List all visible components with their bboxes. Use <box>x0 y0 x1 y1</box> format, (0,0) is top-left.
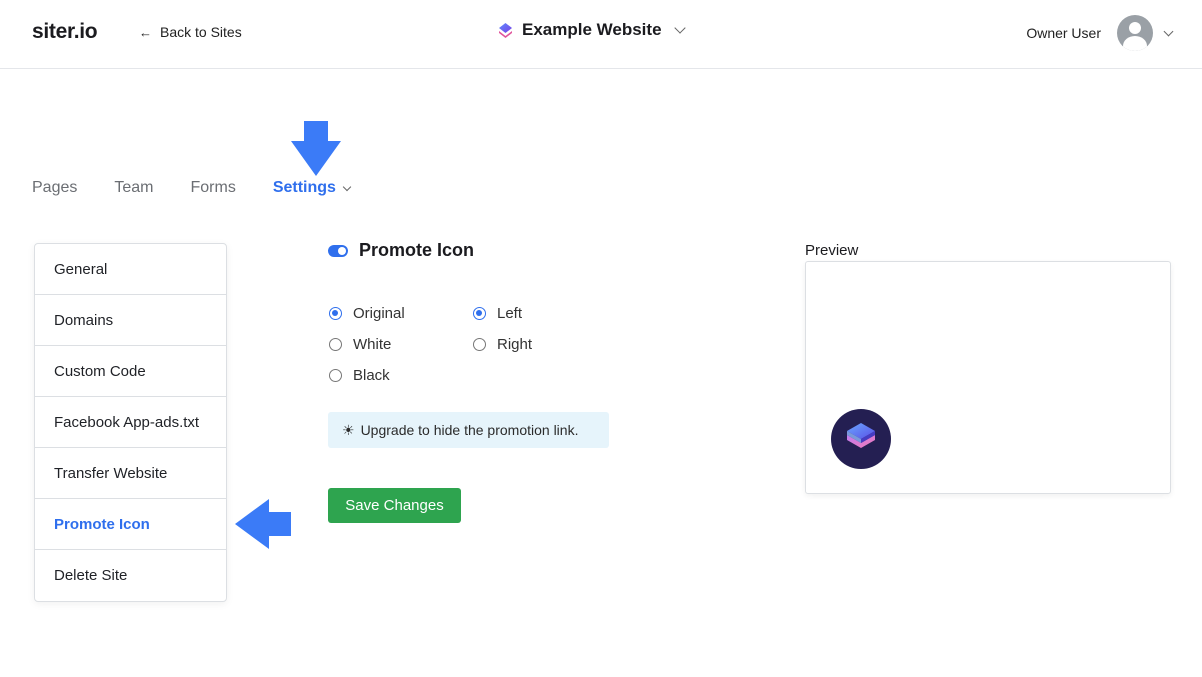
color-option-label: Black <box>353 367 390 384</box>
tab-pages[interactable]: Pages <box>32 179 77 197</box>
color-option-label: Original <box>353 305 405 322</box>
promote-icon-toggle-row: Promote Icon <box>328 240 474 261</box>
settings-menu-item-facebook-app-ads[interactable]: Facebook App-ads.txt <box>35 397 226 448</box>
site-switcher[interactable]: Example Website <box>497 20 686 40</box>
position-option-label: Left <box>497 305 523 322</box>
icon-color-options: Original White Black <box>329 298 405 391</box>
user-name: Owner User <box>1026 25 1101 41</box>
site-name: Example Website <box>522 20 662 39</box>
color-option-white[interactable]: White <box>329 329 405 360</box>
app-logo[interactable]: siter.io <box>32 20 98 44</box>
radio-left[interactable] <box>473 307 486 320</box>
back-to-sites-link[interactable]: ← Back to Sites <box>139 24 242 40</box>
settings-menu-item-general[interactable]: General <box>35 244 226 295</box>
settings-menu-item-transfer-website[interactable]: Transfer Website <box>35 448 226 499</box>
upgrade-notice: ☀ Upgrade to hide the promotion link. <box>328 412 609 448</box>
color-option-original[interactable]: Original <box>329 298 405 329</box>
icon-position-options: Left Right <box>473 298 532 360</box>
tab-settings-label: Settings <box>272 179 336 196</box>
toggle-knob <box>338 246 346 255</box>
top-bar: siter.io ← Back to Sites Example Website… <box>0 0 1202 69</box>
radio-original[interactable] <box>329 307 342 320</box>
radio-right[interactable] <box>473 338 486 351</box>
annotation-arrow-left-icon <box>235 499 291 549</box>
promote-icon-heading: Promote Icon <box>359 240 475 260</box>
tab-forms[interactable]: Forms <box>191 179 236 197</box>
layers-icon <box>847 423 875 448</box>
site-logo-icon <box>499 22 512 38</box>
promote-icon-toggle[interactable] <box>328 244 348 257</box>
position-option-right[interactable]: Right <box>473 329 532 360</box>
chevron-down-icon <box>342 182 352 191</box>
chevron-down-icon <box>1163 26 1174 36</box>
avatar-body <box>1123 36 1147 51</box>
settings-menu-item-delete-site[interactable]: Delete Site <box>35 550 226 601</box>
sun-icon: ☀ <box>342 421 355 438</box>
tab-settings[interactable]: Settings <box>272 179 352 197</box>
save-changes-button[interactable]: Save Changes <box>328 488 461 523</box>
settings-menu-item-custom-code[interactable]: Custom Code <box>35 346 226 397</box>
back-to-sites-label: Back to Sites <box>160 24 242 40</box>
annotation-arrow-down-icon <box>291 121 341 176</box>
radio-black[interactable] <box>329 369 342 382</box>
promote-icon-preview[interactable] <box>831 409 891 469</box>
section-tabs: Pages Team Forms Settings <box>32 179 387 197</box>
avatar <box>1117 15 1153 51</box>
settings-menu-item-promote-icon[interactable]: Promote Icon <box>35 499 226 550</box>
position-option-label: Right <box>497 336 533 353</box>
tab-team[interactable]: Team <box>114 179 153 197</box>
preview-title: Preview <box>805 242 859 259</box>
position-option-left[interactable]: Left <box>473 298 532 329</box>
radio-white[interactable] <box>329 338 342 351</box>
color-option-black[interactable]: Black <box>329 360 405 391</box>
arrow-left-icon: ← <box>139 24 152 40</box>
settings-menu: General Domains Custom Code Facebook App… <box>34 243 227 602</box>
settings-menu-item-domains[interactable]: Domains <box>35 295 226 346</box>
user-menu[interactable]: Owner User <box>1026 15 1174 51</box>
chevron-down-icon <box>673 22 686 34</box>
upgrade-notice-text: Upgrade to hide the promotion link. <box>360 422 579 438</box>
color-option-label: White <box>353 336 392 353</box>
avatar-head <box>1129 22 1141 34</box>
preview-panel <box>805 261 1171 494</box>
